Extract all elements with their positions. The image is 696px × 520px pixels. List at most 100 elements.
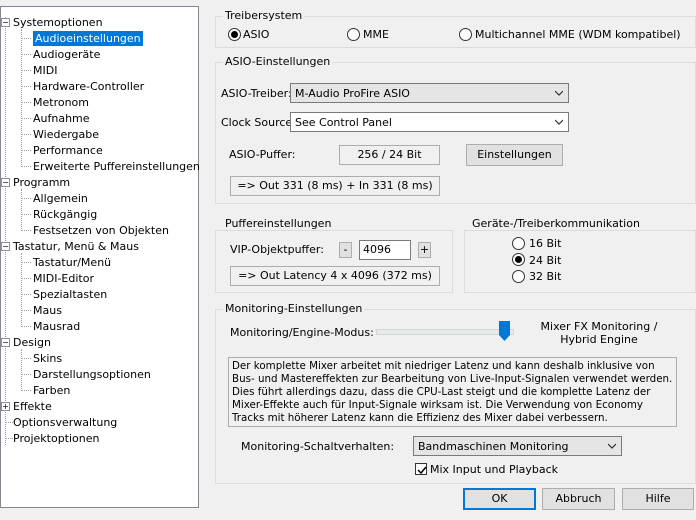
tree-item[interactable]: Rückgängig [33,207,97,222]
tree-item[interactable]: Wiedergabe [33,127,99,142]
monitoring-switch-select[interactable]: Bandmaschinen Monitoring [413,436,622,456]
asio-settings-title: ASIO-Einstellungen [223,55,333,68]
collapse-icon[interactable]: − [1,338,10,347]
tree-item[interactable]: Tastatur/Menü [33,255,111,270]
tree-connector [21,166,31,167]
clock-source-value: See Control Panel [295,116,392,129]
tree-item[interactable]: Mausrad [33,319,80,334]
tree-item[interactable]: Performance [33,143,103,158]
tree-item[interactable]: Skins [33,351,62,366]
tree-item[interactable]: Darstellungsoptionen [33,367,151,382]
mix-input-checkbox[interactable] [415,463,427,475]
mix-input-label: Mix Input und Playback [430,463,559,476]
tree-item[interactable]: Spezialtasten [33,287,107,302]
tree-connector [21,358,31,359]
tree-category[interactable]: Design [13,335,51,350]
tree-item[interactable]: Farben [33,383,70,398]
checkmark-icon [417,466,427,475]
tree-connector [21,390,31,391]
tree-connector [21,278,31,279]
vip-decrease-button[interactable]: - [339,242,352,258]
tree-connector [21,230,31,231]
clock-source-select[interactable]: See Control Panel [290,112,569,132]
cancel-button[interactable]: Abbruch [542,488,615,510]
tree-category[interactable]: Effekte [13,399,52,414]
multichannel-mme-radio[interactable] [459,28,472,41]
monitoring-mode-slider[interactable] [376,329,514,335]
tree-connector [21,294,31,295]
tree-connector [21,326,31,327]
chevron-down-icon [555,90,563,96]
bit24-radio[interactable] [512,253,525,266]
tree-item[interactable]: MIDI-Editor [33,271,94,286]
monitoring-mode-value-line2: Hybrid Engine [560,333,638,346]
tree-item[interactable]: Festsetzen von Objekten [33,223,169,238]
tree-category[interactable]: Systemoptionen [13,15,103,30]
collapse-icon[interactable]: − [1,18,10,27]
slider-thumb[interactable] [499,321,510,341]
tree-item[interactable]: Maus [33,303,62,318]
vip-latency-display: => Out Latency 4 x 4096 (372 ms) [230,266,440,286]
tree-connector [21,118,31,119]
tree-connector [21,349,22,389]
asio-driver-label: ASIO-Treiber: [221,87,292,100]
tree-category[interactable]: Tastatur, Menü & Maus [13,239,139,254]
collapse-icon[interactable]: − [1,178,10,187]
tree-item[interactable]: MIDI [33,63,57,78]
asio-buffer-value: 256 / 24 Bit [339,145,440,165]
tree-item[interactable]: Audiogeräte [33,47,100,62]
expand-icon[interactable]: + [1,402,10,411]
asio-driver-select[interactable]: M-Audio ProFire ASIO [290,83,569,103]
mme-radio[interactable] [347,28,360,41]
tree-connector [21,150,31,151]
tree-category[interactable]: Programm [13,175,70,190]
tree-connector [21,70,31,71]
clock-source-label: Clock Source: [221,116,296,129]
monitoring-mode-label: Monitoring/Engine-Modus: [230,326,374,339]
tree-connector [21,214,31,215]
asio-latency-display: => Out 331 (8 ms) + In 331 (8 ms) [230,176,440,196]
vip-buffer-input[interactable]: 4096 [359,240,411,260]
collapse-icon[interactable]: − [1,242,10,251]
tree-connector [21,102,31,103]
tree-connector [21,198,31,199]
tree-item[interactable]: Audioeinstellungen [33,31,143,46]
tree-connector [5,422,13,423]
mme-label: MME [363,28,389,41]
device-communication-title: Geräte-/Treiberkommunikation [470,217,642,230]
tree-item[interactable]: Allgemein [33,191,88,206]
vip-increase-button[interactable]: + [418,242,431,258]
asio-radio[interactable] [228,28,241,41]
asio-label: ASIO [243,28,270,41]
monitoring-settings-title: Monitoring-Einstellungen [223,302,365,315]
driver-system-title: Treibersystem [223,9,305,22]
options-tree[interactable]: − Systemoptionen Audioeinstellungen Audioge… [0,6,200,508]
tree-category[interactable]: Optionsverwaltung [13,415,117,430]
tree-connector [21,29,22,165]
bit32-label: 32 Bit [529,270,562,283]
tree-connector [21,54,31,55]
ok-button[interactable]: OK [463,488,536,510]
monitoring-mode-value-line1: Mixer FX Monitoring / [540,320,658,333]
tree-item[interactable]: Metronom [33,95,89,110]
tree-connector [21,38,31,39]
tree-connector [5,438,13,439]
bit16-label: 16 Bit [529,237,562,250]
tree-item[interactable]: Hardware-Controller [33,79,144,94]
buffer-settings-title: Puffereinstellungen [223,217,334,230]
bit32-radio[interactable] [512,270,525,283]
tree-item[interactable]: Aufnahme [33,111,90,126]
multichannel-mme-label: Multichannel MME (WDM kompatibel) [475,28,681,41]
asio-settings-button[interactable]: Einstellungen [466,144,563,166]
tree-connector [5,17,6,445]
vip-buffer-label: VIP-Objektpuffer: [230,243,324,256]
tree-category[interactable]: Projektoptionen [13,431,99,446]
chevron-down-icon [555,119,563,125]
asio-driver-value: M-Audio ProFire ASIO [295,87,410,100]
monitoring-switch-value: Bandmaschinen Monitoring [418,440,569,453]
tree-item[interactable]: Erweiterte Puffereinstellungen [33,159,200,174]
bit16-radio[interactable] [512,237,525,250]
monitoring-switch-label: Monitoring-Schaltverhalten: [241,440,395,453]
tree-connector [21,262,31,263]
help-button[interactable]: Hilfe [622,488,694,510]
